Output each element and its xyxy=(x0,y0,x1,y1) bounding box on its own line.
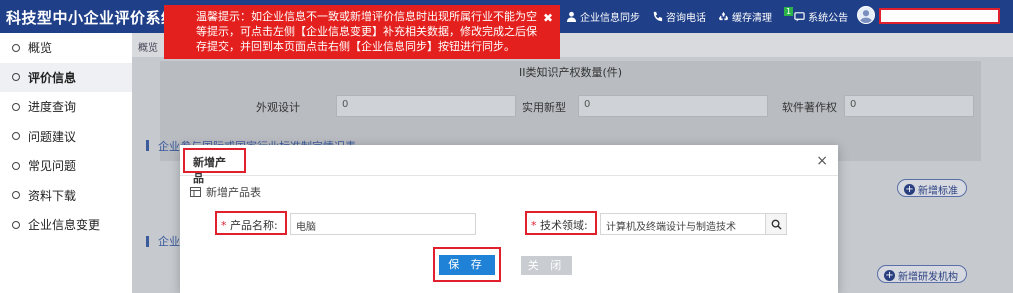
warning-toast: 温馨提示：如企业信息不一致或新增评价信息时出现所属行业不能为空等提示，可点击左侧… xyxy=(164,5,560,59)
nav-system-notice[interactable]: 1 系统公告 xyxy=(784,7,849,24)
label-text: 产品名称: xyxy=(230,219,278,232)
nav-clear-cache[interactable]: 缓存清理 xyxy=(718,9,772,24)
circle-icon xyxy=(12,132,20,141)
circle-icon xyxy=(12,73,20,82)
close-icon[interactable]: ✖ xyxy=(543,11,553,26)
search-button[interactable] xyxy=(765,213,787,235)
sidebar-item-faq[interactable]: 常见问题 xyxy=(0,151,132,181)
sidebar-item-label: 企业信息变更 xyxy=(28,218,101,233)
save-button[interactable]: 保 存 xyxy=(439,255,495,275)
sidebar-item-label: 概览 xyxy=(28,41,53,56)
design-count-field[interactable]: 0 xyxy=(336,95,516,117)
sidebar-item-downloads[interactable]: 资料下载 xyxy=(0,181,132,211)
field-label: 外观设计 xyxy=(256,101,300,114)
recycle-icon xyxy=(718,11,729,21)
form-heading: 新增产品表 xyxy=(190,184,261,200)
sidebar-item-label: 评价信息 xyxy=(28,70,77,85)
phone-icon xyxy=(653,11,663,22)
circle-icon xyxy=(12,191,20,200)
table-icon xyxy=(190,187,201,197)
close-icon[interactable]: × xyxy=(816,153,828,169)
sidebar-item-suggestions[interactable]: 问题建议 xyxy=(0,122,132,152)
nav-label: 系统公告 xyxy=(808,13,849,24)
nav-label: 缓存清理 xyxy=(732,13,772,24)
nav-sync-company-info[interactable]: 企业信息同步 xyxy=(566,9,640,24)
avatar[interactable] xyxy=(857,6,875,24)
circle-icon xyxy=(12,102,20,111)
sidebar-item-evaluation-info[interactable]: 评价信息 xyxy=(0,62,132,92)
nav-label: 企业信息同步 xyxy=(580,13,640,24)
software-copyright-count-field[interactable]: 0 xyxy=(844,95,974,117)
user-icon xyxy=(566,11,577,22)
add-rd-institution-button[interactable]: + 新增研发机构 xyxy=(877,265,967,283)
username-field[interactable] xyxy=(879,8,1000,24)
avatar-icon xyxy=(859,10,873,23)
sidebar-item-progress-query[interactable]: 进度查询 xyxy=(0,92,132,122)
field-label: 软件著作权 xyxy=(782,101,837,114)
nav-consult-phone[interactable]: 咨询电话 xyxy=(652,9,706,24)
message-icon xyxy=(794,12,805,22)
product-name-label: * 产品名称: xyxy=(215,211,287,235)
button-label: 新增研发机构 xyxy=(898,271,958,283)
button-label: 新增标准 xyxy=(918,185,958,197)
plus-icon: + xyxy=(884,269,895,281)
save-button-highlight: 保 存 xyxy=(433,247,501,282)
modal-header: 新增产品 × xyxy=(180,145,838,185)
sidebar-item-label: 进度查询 xyxy=(28,100,77,115)
header-nav: 企业信息同步 咨询电话 缓存清理 1 系统公告 xyxy=(566,0,848,33)
section-title: 企业 xyxy=(158,235,180,248)
notice-badge: 1 xyxy=(784,7,794,16)
modal-title: 新增产品 xyxy=(183,148,246,185)
close-button[interactable]: 关 闭 xyxy=(521,256,572,275)
add-product-modal: 新增产品 × 新增产品表 * 产品名称: 电脑 * 技术领域: 计算机及终端设计… xyxy=(180,145,838,293)
add-standard-button[interactable]: + 新增标准 xyxy=(897,179,967,197)
section-marker xyxy=(146,236,149,247)
form-heading-label: 新增产品表 xyxy=(206,186,261,199)
required-star: * xyxy=(531,219,537,232)
nav-label: 咨询电话 xyxy=(666,13,706,24)
circle-icon xyxy=(12,43,20,52)
search-icon xyxy=(771,219,782,230)
tech-field-label: * 技术领域: xyxy=(525,211,597,235)
circle-icon xyxy=(12,161,20,170)
circle-icon xyxy=(12,220,20,229)
sidebar-item-label: 资料下载 xyxy=(28,188,77,203)
field-label: 实用新型 xyxy=(522,101,566,114)
utility-model-count-field[interactable]: 0 xyxy=(578,95,768,117)
label-text: 技术领域: xyxy=(540,219,588,232)
toast-message: 温馨提示：如企业信息不一致或新增评价信息时出现所属行业不能为空等提示，可点击左侧… xyxy=(196,10,537,53)
sidebar: 概览 评价信息 进度查询 问题建议 常见问题 资料下载 企业信息变更 xyxy=(0,33,132,293)
sidebar-item-overview[interactable]: 概览 xyxy=(0,33,132,63)
section-marker xyxy=(146,140,149,151)
sidebar-item-company-info-change[interactable]: 企业信息变更 xyxy=(0,210,132,240)
panel-heading: II类知识产权数量(件) xyxy=(518,66,623,79)
app-title: 科技型中小企业评价系统 xyxy=(6,9,177,27)
sidebar-item-label: 常见问题 xyxy=(28,159,77,174)
plus-icon: + xyxy=(904,183,915,195)
sidebar-item-label: 问题建议 xyxy=(28,129,77,144)
tech-field-input[interactable]: 计算机及终端设计与制造技术 xyxy=(600,213,766,235)
required-star: * xyxy=(221,219,227,232)
product-name-input[interactable]: 电脑 xyxy=(290,213,476,235)
